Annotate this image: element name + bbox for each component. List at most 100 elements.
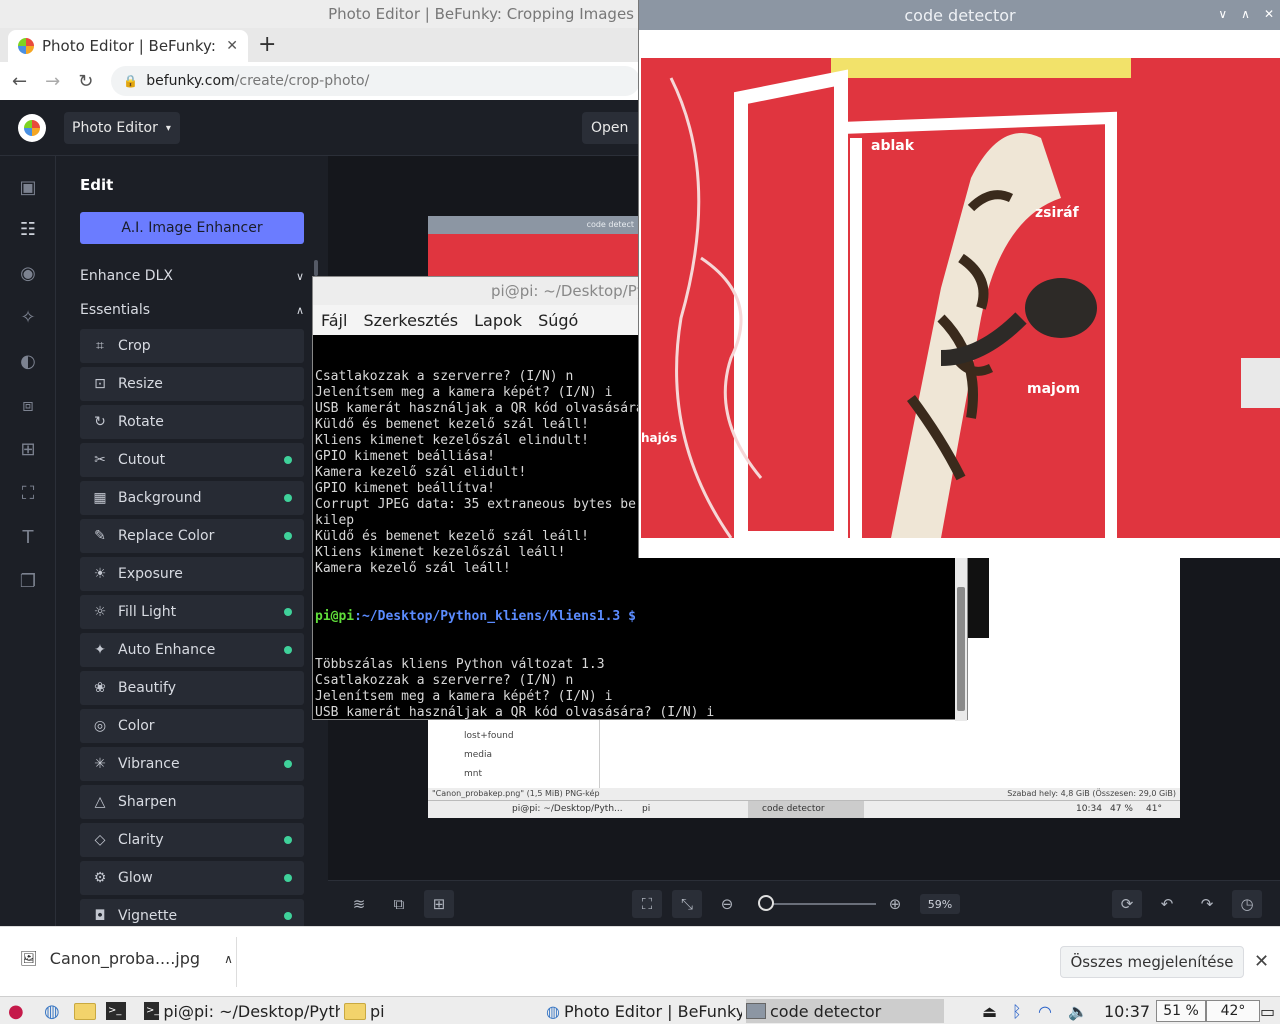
refresh-icon[interactable]: ⟳ xyxy=(1112,890,1142,918)
new-badge-dot xyxy=(284,874,292,882)
close-icon[interactable]: ✕ xyxy=(1264,7,1274,21)
volume-icon[interactable]: 🔈 xyxy=(1068,999,1088,1023)
tool-cutout[interactable]: ✂ Cutout xyxy=(80,443,304,477)
undo-icon[interactable]: ↶ xyxy=(1152,890,1182,918)
compare-icon[interactable]: ⧉ xyxy=(384,890,414,918)
redo-icon[interactable]: ↷ xyxy=(1192,890,1222,918)
tool-color[interactable]: ◎ Color xyxy=(80,709,304,743)
tool-auto-enhance[interactable]: ✦ Auto Enhance xyxy=(80,633,304,667)
forward-arrow-icon[interactable]: → xyxy=(45,71,60,92)
history-icon[interactable]: ◷ xyxy=(1232,890,1262,918)
minimize-icon[interactable]: ∨ xyxy=(1218,7,1227,21)
grid-icon[interactable]: ⊞ xyxy=(424,890,454,918)
tool-vignette[interactable]: ◘ Vignette xyxy=(80,899,304,926)
eject-icon[interactable]: ⏏ xyxy=(982,999,997,1023)
tool-glow[interactable]: ⚙ Glow xyxy=(80,861,304,895)
befunky-logo-icon[interactable] xyxy=(18,114,46,142)
menu-file[interactable]: Fájl xyxy=(321,311,347,330)
reload-icon[interactable]: ↻ xyxy=(78,71,93,92)
section-essentials[interactable]: Essentials ∧ xyxy=(80,298,304,322)
triangle-icon: △ xyxy=(94,794,106,810)
browser-window-title: Photo Editor | BeFunky: Cropping Images xyxy=(328,5,634,23)
screen-icon[interactable]: ▭ xyxy=(1260,999,1275,1023)
nested-task-folder: pi xyxy=(642,804,651,814)
task-file-manager[interactable]: pi xyxy=(344,999,534,1023)
close-tab-icon[interactable]: ✕ xyxy=(226,38,238,54)
mode-selector[interactable]: Photo Editor ▾ xyxy=(64,112,180,144)
menu-tabs[interactable]: Lapok xyxy=(474,311,522,330)
sparkle-icon[interactable]: ✧ xyxy=(16,306,40,330)
zoom-level[interactable]: 59% xyxy=(920,894,960,914)
show-all-button[interactable]: Összes megjelenítése xyxy=(1060,946,1244,978)
editor-bottom-bar: ≋ ⧉ ⊞ ⛶ ⤡ ⊖ ⊕ 59% ⟳ ↶ ↷ ◷ xyxy=(328,880,1280,926)
tool-label: Resize xyxy=(118,376,163,392)
scroll-thumb[interactable] xyxy=(957,587,965,711)
tool-sharpen[interactable]: △ Sharpen xyxy=(80,785,304,819)
texture-icon[interactable]: ⛶ xyxy=(16,482,40,506)
overlay-icon[interactable]: ❐ xyxy=(16,570,40,594)
new-badge-dot xyxy=(284,646,292,654)
terminal-line: Jelenítsem meg a kamera képét? (I/N) i xyxy=(315,689,613,704)
web-browser-icon[interactable]: ◍ xyxy=(44,999,60,1023)
chevron-up-icon[interactable]: ∧ xyxy=(224,952,233,966)
tool-clarity[interactable]: ◇ Clarity xyxy=(80,823,304,857)
open-button[interactable]: Open xyxy=(582,112,642,144)
vibrance-icon: ✳ xyxy=(94,756,106,772)
tool-exposure[interactable]: ☀ Exposure xyxy=(80,557,304,591)
section-enhance-dlx[interactable]: Enhance DLX ∨ xyxy=(80,264,304,288)
zoom-out-icon[interactable]: ⊖ xyxy=(712,890,742,918)
menu-edit[interactable]: Szerkesztés xyxy=(363,311,458,330)
raspberry-menu-icon[interactable]: ● xyxy=(8,999,24,1023)
clock[interactable]: 10:37 xyxy=(1104,999,1150,1023)
close-shelf-icon[interactable]: ✕ xyxy=(1254,951,1269,972)
tool-crop[interactable]: ⌗ Crop xyxy=(80,329,304,363)
image-icon[interactable]: ▣ xyxy=(16,176,40,200)
window-controls: ∨ ∧ ✕ xyxy=(1218,7,1274,21)
panel-scrollbar[interactable] xyxy=(314,260,318,276)
terminal-launcher-icon[interactable]: >_ xyxy=(106,999,126,1023)
menu-help[interactable]: Súgó xyxy=(538,311,578,330)
task-terminal[interactable]: >_pi@pi: ~/Desktop/Pyth... xyxy=(144,999,340,1023)
frame-icon[interactable]: ⧈ xyxy=(16,394,40,418)
zoom-slider-track[interactable] xyxy=(764,903,876,905)
new-tab-button[interactable]: + xyxy=(258,32,276,57)
tool-replace-color[interactable]: ✎ Replace Color xyxy=(80,519,304,553)
eye-icon[interactable]: ◉ xyxy=(16,262,40,286)
lock-icon: 🔒 xyxy=(123,74,139,88)
download-item[interactable]: 🖼 Canon_proba....jpg ∧ xyxy=(20,949,233,968)
tool-resize[interactable]: ⊡ Resize xyxy=(80,367,304,401)
file-manager-icon[interactable] xyxy=(74,999,96,1023)
fit-screen-icon[interactable]: ⛶ xyxy=(632,890,662,918)
tool-rotate[interactable]: ↻ Rotate xyxy=(80,405,304,439)
tool-label: Replace Color xyxy=(118,528,215,544)
tool-beautify[interactable]: ❀ Beautify xyxy=(80,671,304,705)
back-arrow-icon[interactable]: ← xyxy=(12,71,27,92)
nested-cpu: 47 % xyxy=(1110,804,1133,814)
task-cd-label: code detector xyxy=(770,1001,882,1021)
tool-background[interactable]: ▦ Background xyxy=(80,481,304,515)
graphics-icon[interactable]: ⊞ xyxy=(16,438,40,462)
nested-task-code-detector: code detector xyxy=(748,801,864,818)
new-badge-dot xyxy=(284,912,292,920)
maximize-icon[interactable]: ∧ xyxy=(1241,7,1250,21)
zoom-slider-handle[interactable] xyxy=(758,895,774,911)
tool-vibrance[interactable]: ✳ Vibrance xyxy=(80,747,304,781)
task-code-detector[interactable]: code detector xyxy=(746,999,944,1023)
tool-label: Color xyxy=(118,718,155,734)
layers-icon[interactable]: ≋ xyxy=(344,890,374,918)
text-icon[interactable]: T xyxy=(16,526,40,550)
cpu-gauge: 51 % xyxy=(1156,1000,1206,1022)
zoom-in-icon[interactable]: ⊕ xyxy=(880,890,910,918)
wifi-icon[interactable]: ◠ xyxy=(1038,999,1052,1023)
sliders-icon[interactable]: ☷ xyxy=(16,218,40,242)
fill-light-icon: ☼ xyxy=(93,604,107,620)
tool-fill-light[interactable]: ☼ Fill Light xyxy=(80,595,304,629)
address-bar[interactable]: 🔒 befunky.com/create/crop-photo/ xyxy=(111,66,640,96)
task-browser[interactable]: ◍ Photo Editor | BeFunky... xyxy=(546,999,742,1023)
tool-label: Exposure xyxy=(118,566,183,582)
browser-tab[interactable]: Photo Editor | BeFunky: C ✕ xyxy=(8,30,248,62)
actual-size-icon[interactable]: ⤡ xyxy=(672,890,702,918)
bluetooth-icon[interactable]: ᛒ xyxy=(1012,999,1022,1023)
palette-icon[interactable]: ◐ xyxy=(16,350,40,374)
ai-enhancer-button[interactable]: A.I. Image Enhancer xyxy=(80,212,304,244)
